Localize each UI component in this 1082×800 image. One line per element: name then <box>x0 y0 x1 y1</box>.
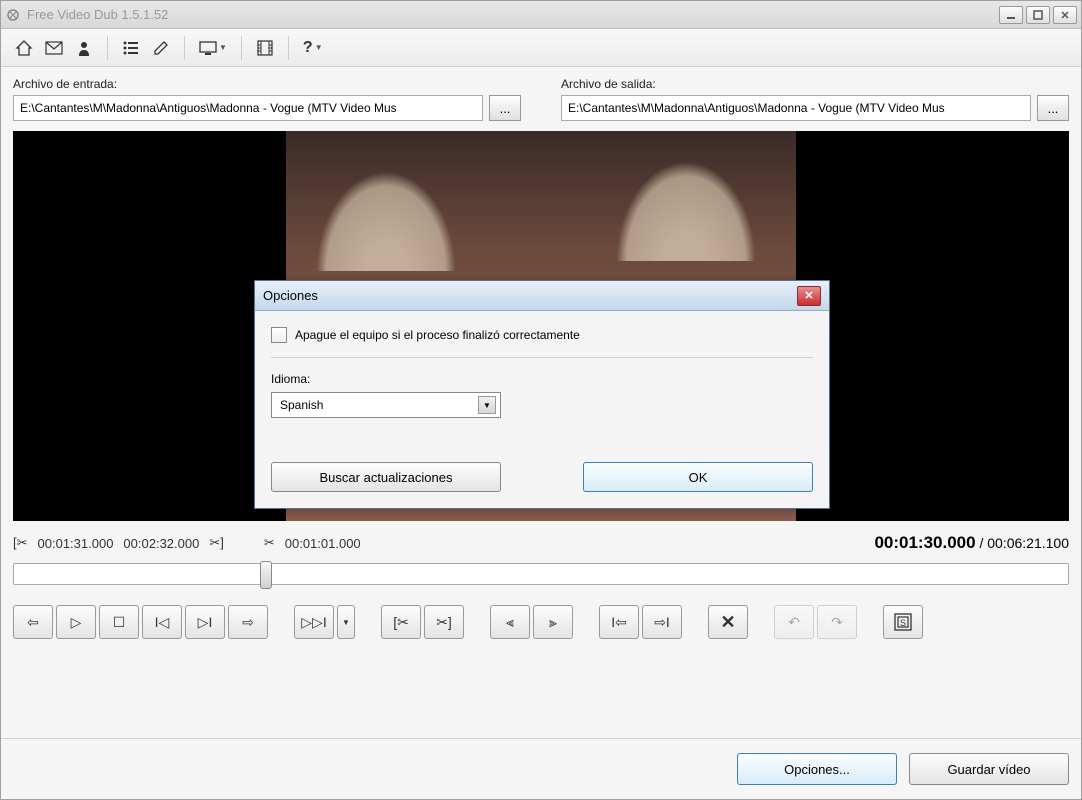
svg-text:S: S <box>900 618 906 628</box>
input-file-label: Archivo de entrada: <box>13 77 521 91</box>
snapshot-button[interactable]: S <box>883 605 923 639</box>
total-time: 00:06:21.100 <box>987 535 1069 551</box>
toolbar-separator <box>288 36 289 60</box>
user-icon[interactable] <box>71 35 97 61</box>
close-button[interactable] <box>1053 6 1077 24</box>
home-icon[interactable] <box>11 35 37 61</box>
time-separator: / <box>976 535 988 551</box>
selection-duration: 00:01:01.000 <box>285 536 361 551</box>
redo-button[interactable]: ↷ <box>817 605 857 639</box>
toolbar-separator <box>184 36 185 60</box>
play-button[interactable]: ▷ <box>56 605 96 639</box>
scissors-close-icon: ✂] <box>209 535 224 551</box>
chevron-down-icon: ▼ <box>219 43 227 52</box>
screen-icon[interactable]: ▼ <box>195 35 231 61</box>
save-video-button[interactable]: Guardar vídeo <box>909 753 1069 785</box>
maximize-button[interactable] <box>1026 6 1050 24</box>
seek-forward-button[interactable]: ⇨ <box>228 605 268 639</box>
ok-button[interactable]: OK <box>583 462 813 492</box>
trim-right-button[interactable]: ⫸ <box>533 605 573 639</box>
mark-in-button[interactable]: [✂ <box>381 605 421 639</box>
output-file-field[interactable] <box>561 95 1031 121</box>
selection-end-time: 00:02:32.000 <box>123 536 199 551</box>
help-icon[interactable]: ?▼ <box>299 35 327 61</box>
list-icon[interactable] <box>118 35 144 61</box>
trim-left-button[interactable]: ⫷ <box>490 605 530 639</box>
mail-icon[interactable] <box>41 35 67 61</box>
playback-controls: ⇦ ▷ ☐ I◁ ▷I ⇨ ▷▷I ▼ [✂ ✂] ⫷ ⫸ <box>13 605 1069 639</box>
mark-out-button[interactable]: ✂] <box>424 605 464 639</box>
prev-frame-button[interactable]: I◁ <box>142 605 182 639</box>
browse-output-button[interactable]: ... <box>1037 95 1069 121</box>
output-file-label: Archivo de salida: <box>561 77 1069 91</box>
selection-start-time: 00:01:31.000 <box>38 536 114 551</box>
next-frame-button[interactable]: ▷I <box>185 605 225 639</box>
shutdown-checkbox[interactable] <box>271 327 287 343</box>
footer: Opciones... Guardar vídeo <box>1 738 1081 799</box>
minimize-button[interactable] <box>999 6 1023 24</box>
chevron-down-icon: ▼ <box>315 43 323 52</box>
browse-input-button[interactable]: ... <box>489 95 521 121</box>
options-dialog: Opciones ✕ Apague el equipo si el proces… <box>254 280 830 509</box>
duration-icon: ✂ <box>264 535 275 551</box>
skip-end-button[interactable]: ▷▷I <box>294 605 334 639</box>
language-select[interactable]: Spanish ▼ <box>271 392 501 418</box>
skip-dropdown[interactable]: ▼ <box>337 605 355 639</box>
dialog-titlebar: Opciones ✕ <box>255 281 829 311</box>
film-icon[interactable] <box>252 35 278 61</box>
app-icon <box>5 7 21 23</box>
timeline-slider[interactable] <box>13 563 1069 585</box>
input-file-field[interactable] <box>13 95 483 121</box>
toolbar-separator <box>107 36 108 60</box>
shutdown-checkbox-label: Apague el equipo si el proceso finalizó … <box>295 328 580 342</box>
dialog-divider <box>271 357 813 358</box>
time-row: [✂ 00:01:31.000 00:02:32.000 ✂] ✂ 00:01:… <box>13 529 1069 563</box>
scissors-open-icon: [✂ <box>13 535 28 551</box>
window-title: Free Video Dub 1.5.1.52 <box>27 7 999 22</box>
options-button[interactable]: Opciones... <box>737 753 897 785</box>
language-value: Spanish <box>280 398 323 412</box>
stop-button[interactable]: ☐ <box>99 605 139 639</box>
dialog-title: Opciones <box>263 288 797 303</box>
check-updates-button[interactable]: Buscar actualizaciones <box>271 462 501 492</box>
main-window: Free Video Dub 1.5.1.52 ▼ ?▼ Archivo de … <box>0 0 1082 800</box>
goto-start-button[interactable]: I⇦ <box>599 605 639 639</box>
undo-button[interactable]: ↶ <box>774 605 814 639</box>
titlebar: Free Video Dub 1.5.1.52 <box>1 1 1081 29</box>
goto-end-button[interactable]: ⇨I <box>642 605 682 639</box>
language-label: Idioma: <box>271 372 813 386</box>
toolbar-separator <box>241 36 242 60</box>
seek-back-button[interactable]: ⇦ <box>13 605 53 639</box>
timeline-thumb[interactable] <box>260 561 272 589</box>
dialog-close-button[interactable]: ✕ <box>797 286 821 306</box>
chevron-down-icon: ▼ <box>478 396 496 414</box>
toolbar: ▼ ?▼ <box>1 29 1081 67</box>
delete-button[interactable]: ✕ <box>708 605 748 639</box>
edit-icon[interactable] <box>148 35 174 61</box>
current-time: 00:01:30.000 <box>874 533 975 552</box>
